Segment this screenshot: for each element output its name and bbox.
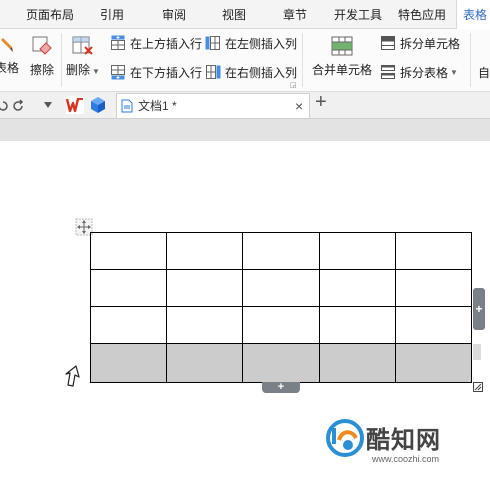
insert-row-below-button[interactable]: 在下方插入行	[110, 63, 202, 81]
document-tab-title: 文档1 *	[138, 99, 177, 113]
table-cell[interactable]	[318, 269, 396, 307]
split-table-label: 拆分表格	[400, 65, 449, 80]
add-column-handle[interactable]: +	[473, 288, 485, 330]
merge-cells-button[interactable]: 合并单元格	[309, 35, 375, 78]
erase-button[interactable]: 擦除	[28, 35, 56, 78]
split-cells-label: 拆分单元格	[400, 36, 461, 51]
document-tab-bar: 文档1 * × +	[0, 91, 490, 119]
table-cell[interactable]	[318, 306, 396, 344]
insert-row-below-icon	[111, 65, 125, 80]
menu-tab-page-layout[interactable]: 页面布局	[26, 0, 74, 28]
plus-icon: +	[475, 302, 483, 316]
delete-label: 删除	[66, 63, 91, 77]
merge-cells-icon	[331, 36, 353, 56]
chevron-down-icon: ▼	[92, 67, 100, 76]
table-cell[interactable]	[394, 343, 473, 383]
insert-col-left-label: 在左侧插入列	[225, 36, 298, 51]
ribbon-divider	[470, 33, 471, 87]
menu-tab-chapter[interactable]: 章节	[283, 0, 307, 28]
table-cell[interactable]	[394, 232, 473, 270]
close-icon[interactable]: ×	[295, 94, 303, 119]
eraser-icon	[32, 36, 52, 55]
table-cell[interactable]	[89, 269, 168, 307]
document-icon	[121, 99, 133, 113]
table-resize-handle-icon[interactable]	[473, 382, 483, 392]
menu-tab-bar: 页面布局 引用 审阅 视图 章节 开发工具 特色应用 表格	[0, 0, 490, 29]
table-cell[interactable]	[89, 343, 168, 383]
delete-table-icon	[72, 36, 93, 55]
menu-tab-developer[interactable]: 开发工具	[334, 0, 382, 28]
document-tab[interactable]: 文档1 * ×	[116, 93, 310, 118]
erase-label: 擦除	[29, 63, 54, 77]
split-cells-icon	[381, 36, 395, 50]
insert-col-right-label: 在右侧插入列	[225, 65, 298, 80]
table-cell[interactable]	[89, 306, 168, 344]
table-row[interactable]	[89, 306, 473, 344]
table-cell[interactable]	[242, 343, 320, 383]
table-row[interactable]	[89, 232, 473, 270]
draw-table-icon	[1, 38, 13, 52]
table-cell[interactable]	[242, 232, 320, 270]
chevron-down-icon: ▼	[450, 67, 458, 77]
watermark-url: www.coozhi.com	[372, 454, 440, 464]
ribbon-divider	[61, 33, 62, 87]
table-cell[interactable]	[242, 306, 320, 344]
auto-adjust-button[interactable]: 自	[478, 64, 490, 81]
table-cell[interactable]	[166, 232, 244, 270]
redo-icon[interactable]	[12, 98, 26, 112]
undo-icon[interactable]	[0, 98, 9, 112]
add-row-handle[interactable]: +	[262, 382, 300, 393]
insert-row-above-icon	[111, 35, 125, 50]
split-table-icon	[381, 65, 395, 79]
watermark-logo: 酷知网 www.coozhi.com	[326, 418, 486, 470]
dialog-launcher-icon[interactable]: ◲	[290, 81, 297, 89]
column-handle-shadow	[473, 344, 481, 360]
insert-col-right-button[interactable]: 在右侧插入列	[205, 63, 297, 81]
ribbon-divider	[302, 33, 303, 87]
wps-logo-icon[interactable]	[66, 96, 84, 114]
watermark-name: 酷知网	[366, 427, 441, 454]
table-cell[interactable]	[242, 269, 320, 307]
chevron-down-icon[interactable]	[43, 101, 53, 109]
table-cell[interactable]	[166, 306, 244, 344]
mouse-cursor-icon	[65, 365, 80, 387]
table-row[interactable]	[89, 269, 473, 307]
split-cells-button[interactable]: 拆分单元格	[380, 34, 460, 52]
cube-icon[interactable]	[90, 96, 106, 114]
table-cell[interactable]	[166, 343, 244, 383]
table-cell[interactable]	[394, 269, 473, 307]
menu-tab-references[interactable]: 引用	[100, 0, 124, 28]
table-cell[interactable]	[166, 269, 244, 307]
insert-col-left-icon	[205, 36, 220, 50]
split-table-button[interactable]: 拆分表格 ▼	[380, 63, 458, 81]
insert-row-above-label: 在上方插入行	[130, 36, 203, 51]
new-tab-plus-icon[interactable]: +	[315, 91, 327, 114]
table-cell[interactable]	[318, 232, 396, 270]
plus-icon: +	[277, 381, 285, 393]
insert-row-above-button[interactable]: 在上方插入行	[110, 34, 202, 52]
insert-col-right-icon	[206, 65, 221, 79]
menu-tab-table[interactable]: 表格	[456, 0, 490, 29]
auto-adjust-label: 自	[478, 66, 490, 80]
menu-tab-features[interactable]: 特色应用	[398, 0, 446, 28]
table-cell[interactable]	[89, 232, 168, 270]
document-table[interactable]	[89, 232, 473, 383]
coozhi-logo-icon	[326, 419, 364, 457]
menu-tab-truncated	[0, 0, 12, 28]
ribbon-toolbar: 表格 擦除 删除 ▼ 在上方插入行 在下方插入行 在左侧插入列 在右侧插入列 ◲…	[0, 29, 490, 92]
menu-tab-view[interactable]: 视图	[222, 0, 246, 28]
table-cell[interactable]	[318, 343, 396, 383]
draw-table-button[interactable]: 表格	[0, 35, 22, 76]
table-row[interactable]	[89, 343, 473, 383]
insert-col-left-button[interactable]: 在左侧插入列	[205, 34, 297, 52]
merge-cells-label: 合并单元格	[311, 63, 372, 77]
insert-row-below-label: 在下方插入行	[130, 65, 203, 80]
table-cell[interactable]	[394, 306, 473, 344]
menu-tab-review[interactable]: 审阅	[162, 0, 186, 28]
draw-table-label: 表格	[0, 61, 19, 75]
delete-button[interactable]: 删除 ▼	[64, 35, 102, 78]
page-gap	[0, 119, 490, 141]
